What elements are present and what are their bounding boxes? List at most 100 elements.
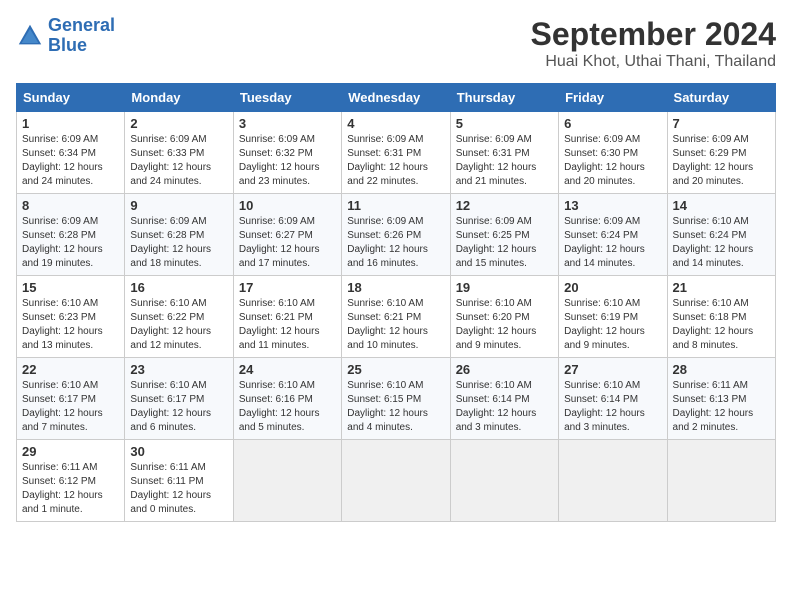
day-info: Sunrise: 6:09 AM Sunset: 6:34 PM Dayligh… (22, 133, 119, 189)
calendar-day-cell: 17 Sunrise: 6:10 AM Sunset: 6:21 PM Dayli… (233, 276, 341, 358)
day-info: Sunrise: 6:10 AM Sunset: 6:21 PM Dayligh… (347, 297, 444, 353)
day-number: 15 (22, 280, 119, 295)
day-info: Sunrise: 6:10 AM Sunset: 6:19 PM Dayligh… (564, 297, 661, 353)
day-number: 11 (347, 198, 444, 213)
day-number: 7 (673, 116, 770, 131)
calendar-day-cell: 14 Sunrise: 6:10 AM Sunset: 6:24 PM Dayli… (667, 194, 775, 276)
weekday-header-row: SundayMondayTuesdayWednesdayThursdayFrid… (17, 84, 776, 112)
day-number: 12 (456, 198, 553, 213)
weekday-header: Saturday (667, 84, 775, 112)
calendar-day-cell: 29 Sunrise: 6:11 AM Sunset: 6:12 PM Dayli… (17, 440, 125, 522)
weekday-header: Tuesday (233, 84, 341, 112)
day-info: Sunrise: 6:10 AM Sunset: 6:23 PM Dayligh… (22, 297, 119, 353)
calendar-table: SundayMondayTuesdayWednesdayThursdayFrid… (16, 83, 776, 522)
calendar-day-cell (667, 440, 775, 522)
day-info: Sunrise: 6:10 AM Sunset: 6:17 PM Dayligh… (22, 379, 119, 435)
calendar-day-cell: 5Sunrise: 6:09 AM Sunset: 6:31 PM Daylig… (450, 112, 558, 194)
calendar-week-row: 8 Sunrise: 6:09 AM Sunset: 6:28 PM Daylig… (17, 194, 776, 276)
day-number: 2 (130, 116, 227, 131)
day-info: Sunrise: 6:10 AM Sunset: 6:17 PM Dayligh… (130, 379, 227, 435)
calendar-day-cell: 25Sunrise: 6:10 AM Sunset: 6:15 PM Dayli… (342, 358, 450, 440)
day-number: 23 (130, 362, 227, 377)
weekday-header: Monday (125, 84, 233, 112)
day-info: Sunrise: 6:10 AM Sunset: 6:15 PM Dayligh… (347, 379, 444, 435)
day-info: Sunrise: 6:10 AM Sunset: 6:24 PM Dayligh… (673, 215, 770, 271)
day-number: 26 (456, 362, 553, 377)
day-info: Sunrise: 6:10 AM Sunset: 6:21 PM Dayligh… (239, 297, 336, 353)
day-number: 16 (130, 280, 227, 295)
day-number: 21 (673, 280, 770, 295)
calendar-day-cell: 26 Sunrise: 6:10 AM Sunset: 6:14 PM Dayli… (450, 358, 558, 440)
day-number: 29 (22, 444, 119, 459)
calendar-day-cell: 7 Sunrise: 6:09 AM Sunset: 6:29 PM Daylig… (667, 112, 775, 194)
weekday-header: Friday (559, 84, 667, 112)
calendar-day-cell: 22 Sunrise: 6:10 AM Sunset: 6:17 PM Dayli… (17, 358, 125, 440)
calendar-day-cell: 24 Sunrise: 6:10 AM Sunset: 6:16 PM Dayli… (233, 358, 341, 440)
day-info: Sunrise: 6:09 AM Sunset: 6:29 PM Dayligh… (673, 133, 770, 189)
calendar-day-cell (342, 440, 450, 522)
day-info: Sunrise: 6:09 AM Sunset: 6:32 PM Dayligh… (239, 133, 336, 189)
calendar-day-cell (233, 440, 341, 522)
page-subtitle: Huai Khot, Uthai Thani, Thailand (531, 53, 776, 71)
calendar-week-row: 1 Sunrise: 6:09 AM Sunset: 6:34 PM Daylig… (17, 112, 776, 194)
day-info: Sunrise: 6:10 AM Sunset: 6:16 PM Dayligh… (239, 379, 336, 435)
day-number: 14 (673, 198, 770, 213)
calendar-day-cell: 8 Sunrise: 6:09 AM Sunset: 6:28 PM Daylig… (17, 194, 125, 276)
calendar-week-row: 29 Sunrise: 6:11 AM Sunset: 6:12 PM Dayli… (17, 440, 776, 522)
calendar-day-cell: 2 Sunrise: 6:09 AM Sunset: 6:33 PM Daylig… (125, 112, 233, 194)
calendar-day-cell: 13 Sunrise: 6:09 AM Sunset: 6:24 PM Dayli… (559, 194, 667, 276)
day-info: Sunrise: 6:09 AM Sunset: 6:28 PM Dayligh… (22, 215, 119, 271)
calendar-day-cell: 9 Sunrise: 6:09 AM Sunset: 6:28 PM Daylig… (125, 194, 233, 276)
day-number: 22 (22, 362, 119, 377)
day-number: 30 (130, 444, 227, 459)
day-number: 17 (239, 280, 336, 295)
day-number: 10 (239, 198, 336, 213)
day-info: Sunrise: 6:09 AM Sunset: 6:31 PM Dayligh… (347, 133, 444, 189)
day-number: 24 (239, 362, 336, 377)
day-number: 9 (130, 198, 227, 213)
day-info: Sunrise: 6:10 AM Sunset: 6:14 PM Dayligh… (564, 379, 661, 435)
day-info: Sunrise: 6:11 AM Sunset: 6:12 PM Dayligh… (22, 461, 119, 517)
calendar-day-cell: 21Sunrise: 6:10 AM Sunset: 6:18 PM Dayli… (667, 276, 775, 358)
day-number: 8 (22, 198, 119, 213)
weekday-header: Wednesday (342, 84, 450, 112)
logo: General Blue (16, 16, 115, 56)
day-number: 20 (564, 280, 661, 295)
day-info: Sunrise: 6:09 AM Sunset: 6:24 PM Dayligh… (564, 215, 661, 271)
calendar-day-cell: 12 Sunrise: 6:09 AM Sunset: 6:25 PM Dayli… (450, 194, 558, 276)
weekday-header: Sunday (17, 84, 125, 112)
calendar-day-cell: 23 Sunrise: 6:10 AM Sunset: 6:17 PM Dayli… (125, 358, 233, 440)
page-title: September 2024 (531, 16, 776, 53)
day-number: 1 (22, 116, 119, 131)
day-info: Sunrise: 6:09 AM Sunset: 6:33 PM Dayligh… (130, 133, 227, 189)
calendar-day-cell: 18Sunrise: 6:10 AM Sunset: 6:21 PM Dayli… (342, 276, 450, 358)
weekday-header: Thursday (450, 84, 558, 112)
day-info: Sunrise: 6:09 AM Sunset: 6:28 PM Dayligh… (130, 215, 227, 271)
logo-text: General Blue (48, 16, 115, 56)
logo-icon (16, 22, 44, 50)
day-info: Sunrise: 6:09 AM Sunset: 6:27 PM Dayligh… (239, 215, 336, 271)
day-number: 19 (456, 280, 553, 295)
day-number: 5 (456, 116, 553, 131)
title-block: September 2024 Huai Khot, Uthai Thani, T… (531, 16, 776, 71)
day-number: 13 (564, 198, 661, 213)
calendar-week-row: 22 Sunrise: 6:10 AM Sunset: 6:17 PM Dayli… (17, 358, 776, 440)
calendar-day-cell: 1 Sunrise: 6:09 AM Sunset: 6:34 PM Daylig… (17, 112, 125, 194)
calendar-day-cell (559, 440, 667, 522)
calendar-day-cell (450, 440, 558, 522)
day-number: 4 (347, 116, 444, 131)
day-info: Sunrise: 6:10 AM Sunset: 6:14 PM Dayligh… (456, 379, 553, 435)
day-info: Sunrise: 6:09 AM Sunset: 6:25 PM Dayligh… (456, 215, 553, 271)
calendar-day-cell: 4 Sunrise: 6:09 AM Sunset: 6:31 PM Daylig… (342, 112, 450, 194)
calendar-day-cell: 15 Sunrise: 6:10 AM Sunset: 6:23 PM Dayli… (17, 276, 125, 358)
calendar-day-cell: 27Sunrise: 6:10 AM Sunset: 6:14 PM Dayli… (559, 358, 667, 440)
calendar-day-cell: 10 Sunrise: 6:09 AM Sunset: 6:27 PM Dayli… (233, 194, 341, 276)
calendar-day-cell: 30Sunrise: 6:11 AM Sunset: 6:11 PM Dayli… (125, 440, 233, 522)
calendar-day-cell: 3Sunrise: 6:09 AM Sunset: 6:32 PM Daylig… (233, 112, 341, 194)
calendar-day-cell: 6Sunrise: 6:09 AM Sunset: 6:30 PM Daylig… (559, 112, 667, 194)
day-info: Sunrise: 6:09 AM Sunset: 6:30 PM Dayligh… (564, 133, 661, 189)
calendar-day-cell: 20 Sunrise: 6:10 AM Sunset: 6:19 PM Dayli… (559, 276, 667, 358)
day-info: Sunrise: 6:10 AM Sunset: 6:20 PM Dayligh… (456, 297, 553, 353)
day-info: Sunrise: 6:10 AM Sunset: 6:22 PM Dayligh… (130, 297, 227, 353)
day-info: Sunrise: 6:09 AM Sunset: 6:26 PM Dayligh… (347, 215, 444, 271)
